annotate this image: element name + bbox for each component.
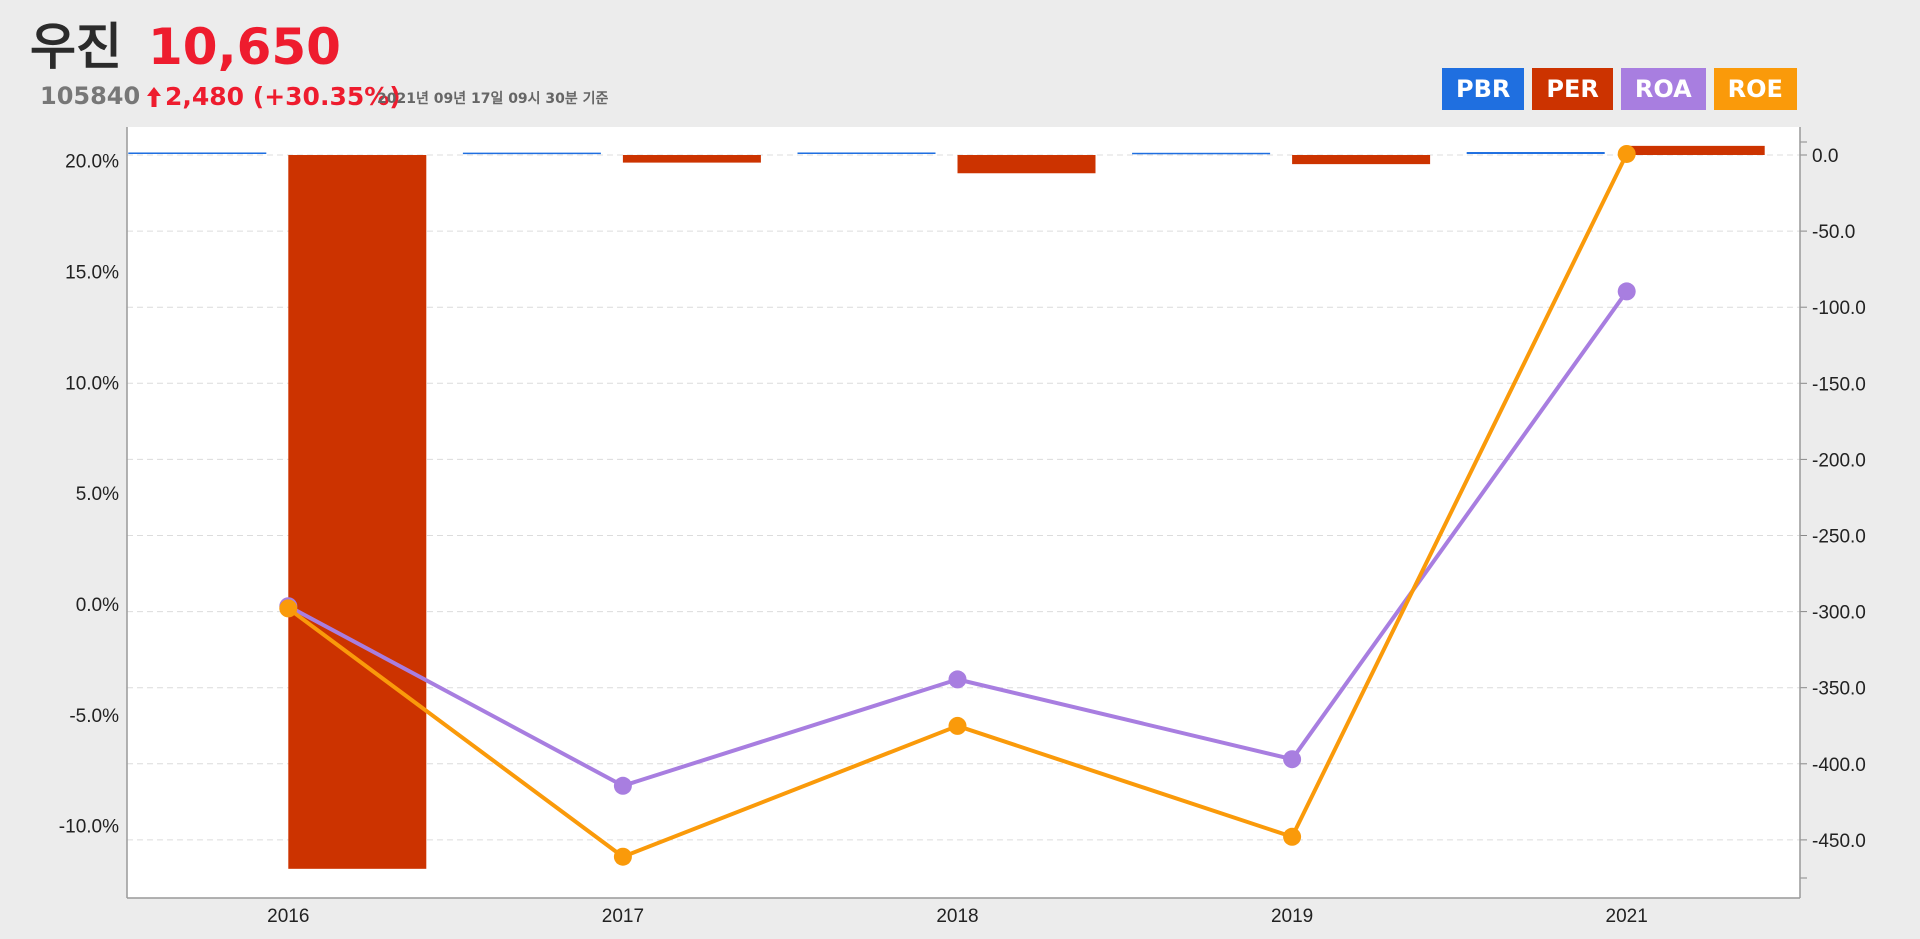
bar-per [1626,145,1765,155]
point-roe [279,599,298,618]
x-tick-label: 2017 [602,906,644,927]
point-roa [1283,750,1302,769]
y-right-tick-label: 0.0 [1812,146,1838,167]
y-right-tick-label: -300.0 [1812,603,1866,624]
point-roa [948,670,967,689]
bar-pbr [128,152,267,154]
x-tick-label: 2019 [1271,906,1313,927]
y-left-tick-label: 10.0% [65,373,119,394]
y-right-tick-label: -100.0 [1812,298,1866,319]
x-tick-label: 2018 [936,906,978,927]
point-roe [1283,827,1302,846]
bar-pbr [1132,152,1271,155]
bar-pbr [1466,152,1605,154]
y-left-tick-label: 15.0% [65,262,119,283]
bar-per [288,155,427,869]
x-tick-label: 2016 [267,906,309,927]
y-left-tick-label: -10.0% [59,817,119,838]
point-roa [613,776,632,795]
y-right-tick-label: -350.0 [1812,679,1866,700]
y-right-tick-label: -50.0 [1812,222,1855,243]
y-left-tick-label: 20.0% [65,152,119,173]
y-right-tick-label: -200.0 [1812,450,1866,471]
y-right-tick-label: -450.0 [1812,831,1866,852]
financial-ratio-chart: 0.0 -50.0 -100.0 -150.0 -200.0 -250.0 -300.0 -3… [59,127,1866,927]
point-roa [1617,282,1636,301]
y-left-tick-label: 5.0% [76,484,119,505]
y-right-tick-label: -250.0 [1812,527,1866,548]
point-roe [948,716,967,735]
y-right-tick-label: -150.0 [1812,374,1866,395]
point-roe [1617,144,1636,163]
y-left-tick-label: 0.0% [76,595,119,616]
bar-per [957,155,1096,174]
point-roe [613,847,632,866]
bar-per [622,155,761,163]
y-left-tick-label: -5.0% [69,706,119,727]
y-right-tick-label: -400.0 [1812,755,1866,776]
bar-pbr [462,152,601,155]
bar-pbr [797,152,936,154]
x-tick-label: 2021 [1606,906,1648,927]
bar-per [1292,155,1431,165]
